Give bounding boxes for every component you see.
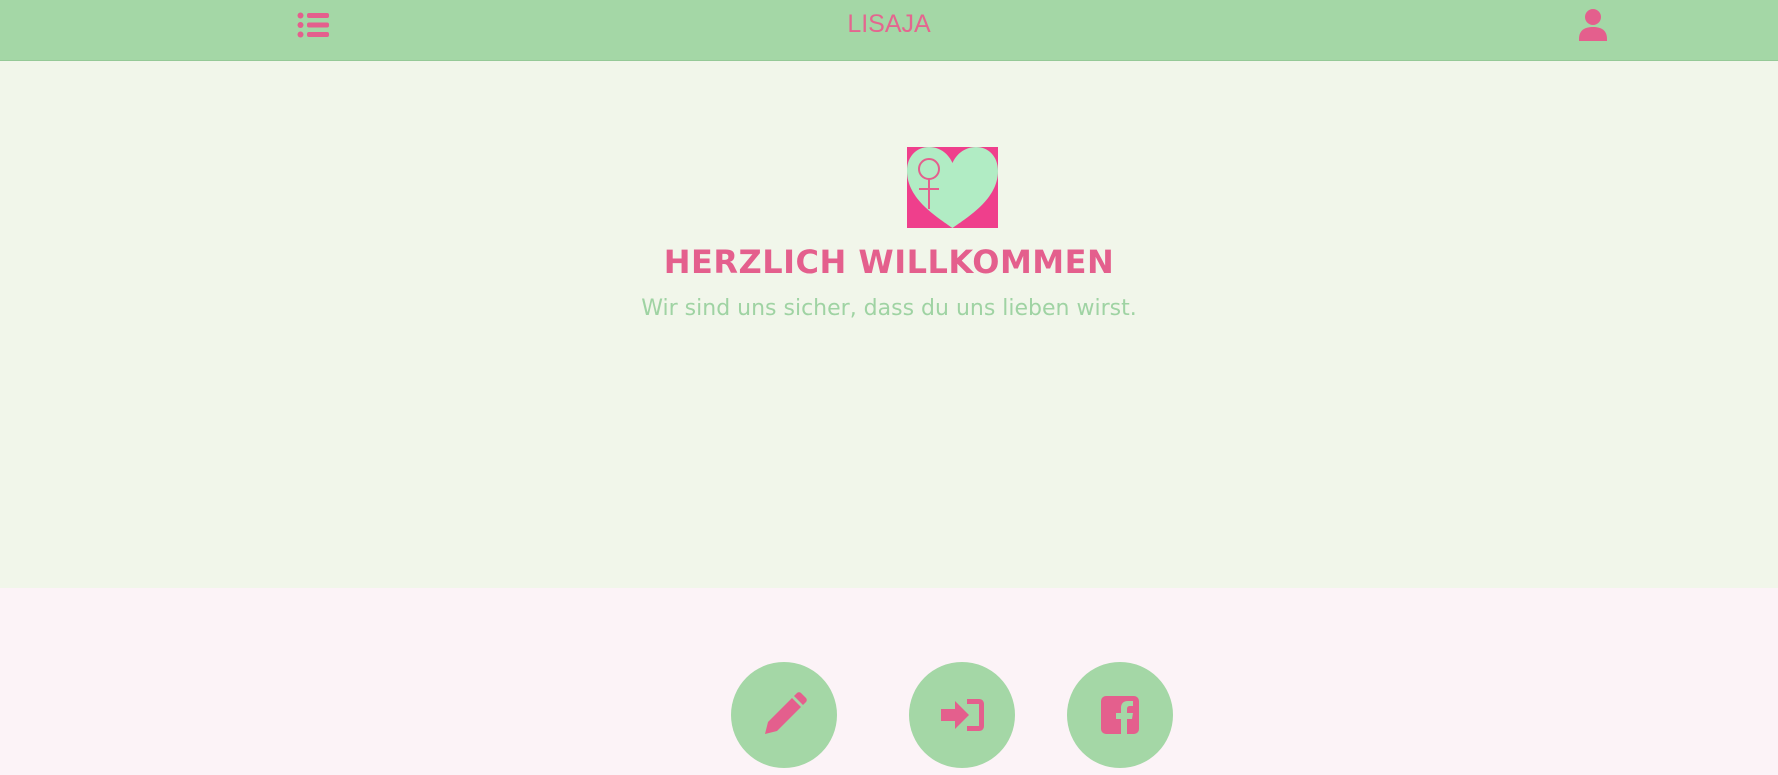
sign-in-icon	[941, 699, 984, 731]
pencil-icon	[765, 692, 807, 734]
welcome-heading: HERZLICH WILLKOMMEN	[663, 243, 1115, 281]
heart-female-symbol-logo	[907, 147, 998, 228]
welcome-subtitle: Wir sind uns sicher, dass du uns lieben …	[641, 296, 1137, 321]
menu-button[interactable]	[296, 10, 330, 40]
hero-section	[0, 61, 1778, 588]
facebook-button[interactable]	[1067, 662, 1173, 768]
user-icon	[1579, 9, 1607, 41]
user-button[interactable]	[1576, 8, 1610, 42]
action-section	[0, 588, 1778, 775]
brand-title: LISAJA	[0, 10, 1778, 39]
register-button[interactable]	[731, 662, 837, 768]
list-icon	[297, 12, 329, 38]
top-navbar: LISAJA	[0, 0, 1778, 61]
brand-link[interactable]: LISAJA	[847, 10, 930, 38]
facebook-icon	[1101, 696, 1139, 734]
login-button[interactable]	[909, 662, 1015, 768]
